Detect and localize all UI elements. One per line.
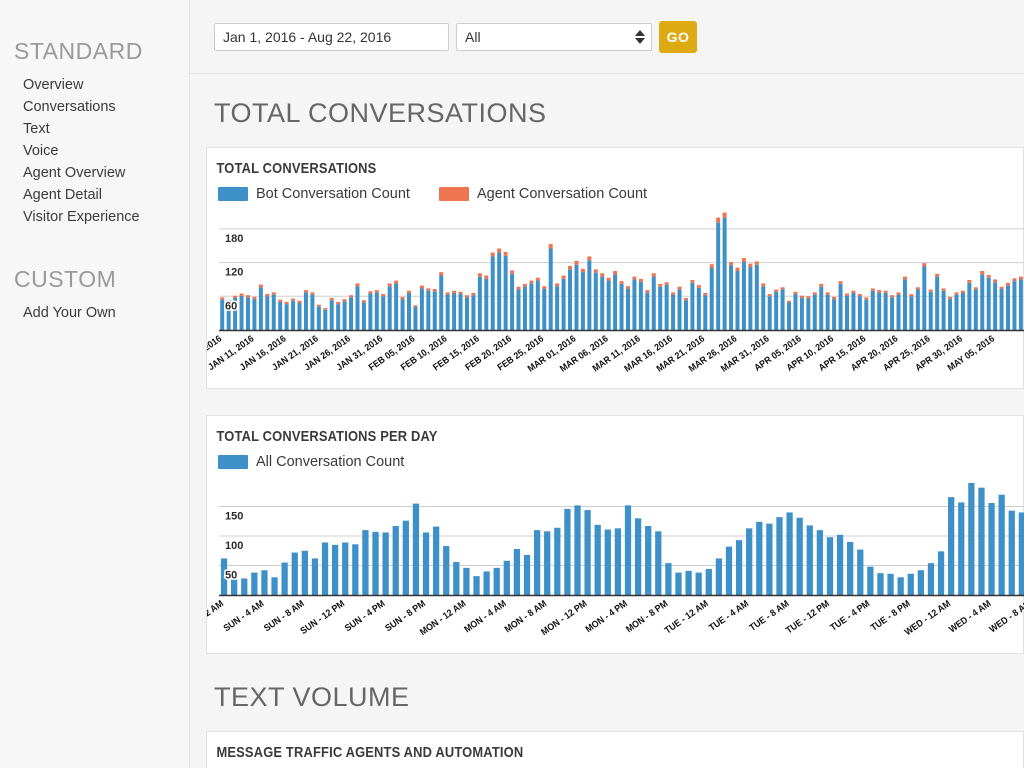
- card-title-total-conversations: TOTAL CONVERSATIONS: [216, 160, 377, 177]
- sidebar-heading-custom: CUSTOM: [14, 266, 117, 292]
- svg-text:TUE - 4 AM: TUE - 4 AM: [707, 598, 750, 633]
- chart-per-day-svg: 50100150SUN - 12 AMSUN - 4 AMSUN - 8 AMS…: [207, 482, 1024, 637]
- card-message-traffic: MESSAGE TRAFFIC AGENTS AND AUTOMATION: [206, 731, 1024, 768]
- sidebar-item-agent-overview[interactable]: Agent Overview: [0, 162, 189, 184]
- go-button[interactable]: GO: [659, 20, 697, 53]
- legend-item-all[interactable]: All Conversation Count: [218, 454, 404, 470]
- svg-text:SUN - 4 AM: SUN - 4 AM: [221, 598, 265, 633]
- section-title-text-volume: TEXT VOLUME: [214, 682, 410, 712]
- sidebar-item-visitor-experience[interactable]: Visitor Experience: [0, 206, 189, 228]
- svg-text:120: 120: [225, 267, 243, 279]
- sidebar-list-standard: Overview Conversations Text Voice Agent …: [0, 74, 189, 228]
- sidebar-item-add-your-own[interactable]: Add Your Own: [0, 302, 189, 324]
- card-total-conversations-per-day: TOTAL CONVERSATIONS PER DAY All Conversa…: [206, 415, 1024, 654]
- svg-text:SUN - 4 PM: SUN - 4 PM: [343, 598, 387, 633]
- svg-text:WED - 4 AM: WED - 4 AM: [947, 598, 993, 634]
- filter-toolbar: All GO: [190, 0, 1024, 74]
- sidebar-item-conversations[interactable]: Conversations: [0, 96, 189, 118]
- legend-total-conversations: Bot Conversation Count Agent Conversatio…: [207, 186, 1023, 208]
- svg-text:TUE - 4 PM: TUE - 4 PM: [828, 598, 871, 633]
- svg-text:60: 60: [225, 300, 237, 312]
- chart-total-conversations-svg: 60120180JAN 06, 2016JAN 11, 2016JAN 16, …: [207, 212, 1024, 374]
- svg-text:50: 50: [225, 570, 237, 582]
- chart-total-conversations-per-day[interactable]: 50100150SUN - 12 AMSUN - 4 AMSUN - 8 AMS…: [207, 476, 1024, 653]
- sidebar-item-voice[interactable]: Voice: [0, 140, 189, 162]
- card-total-conversations: TOTAL CONVERSATIONS Bot Conversation Cou…: [206, 147, 1024, 389]
- filter-select[interactable]: All: [456, 22, 652, 51]
- filter-select-value: All: [456, 22, 652, 51]
- svg-text:TUE - 12 AM: TUE - 12 AM: [663, 598, 710, 636]
- legend-item-agent[interactable]: Agent Conversation Count: [438, 186, 648, 202]
- svg-text:SUN - 12 AM: SUN - 12 AM: [207, 598, 225, 636]
- legend-swatch-bot: [218, 187, 248, 201]
- legend-label-all: All Conversation Count: [256, 454, 405, 470]
- legend-swatch-all: [218, 455, 248, 469]
- legend-per-day: All Conversation Count: [207, 454, 1023, 476]
- card-title-message-traffic: MESSAGE TRAFFIC AGENTS AND AUTOMATION: [216, 744, 524, 761]
- chevron-updown-icon: [635, 27, 645, 47]
- svg-text:MON - 12 PM: MON - 12 PM: [539, 598, 589, 637]
- legend-swatch-agent: [438, 187, 469, 201]
- svg-text:100: 100: [225, 540, 243, 552]
- legend-label-bot: Bot Conversation Count: [256, 186, 410, 202]
- svg-text:180: 180: [225, 233, 243, 245]
- sidebar-item-text[interactable]: Text: [0, 118, 189, 140]
- sidebar-item-agent-detail[interactable]: Agent Detail: [0, 184, 189, 206]
- svg-text:TUE - 12 PM: TUE - 12 PM: [784, 598, 831, 635]
- report-scroll-area[interactable]: TOTAL CONVERSATIONS TOTAL CONVERSATIONS …: [190, 74, 1024, 768]
- sidebar-item-overview[interactable]: Overview: [0, 74, 189, 96]
- legend-item-bot[interactable]: Bot Conversation Count: [218, 186, 410, 202]
- dashboard-root: STANDARD Overview Conversations Text Voi…: [0, 0, 1024, 768]
- svg-text:MON - 4 PM: MON - 4 PM: [584, 598, 630, 634]
- date-range-input[interactable]: [214, 22, 449, 51]
- svg-text:MON - 8 PM: MON - 8 PM: [624, 598, 670, 634]
- section-title-total-conversations: TOTAL CONVERSATIONS: [214, 98, 547, 128]
- svg-text:MON - 4 AM: MON - 4 AM: [462, 598, 508, 634]
- chart-total-conversations[interactable]: 60120180JAN 06, 2016JAN 11, 2016JAN 16, …: [207, 208, 1024, 388]
- sidebar-list-custom: Add Your Own: [0, 302, 189, 324]
- sidebar: STANDARD Overview Conversations Text Voi…: [0, 0, 190, 768]
- sidebar-heading-standard: STANDARD: [14, 38, 143, 64]
- svg-text:150: 150: [225, 511, 243, 523]
- card-title-total-conversations-per-day: TOTAL CONVERSATIONS PER DAY: [216, 428, 438, 445]
- legend-label-agent: Agent Conversation Count: [476, 186, 648, 202]
- main-content: All GO TOTAL CONVERSATIONS TOTAL CONVERS…: [190, 0, 1024, 768]
- svg-text:SUN - 12 PM: SUN - 12 PM: [298, 598, 346, 636]
- svg-text:WED - 8 AM: WED - 8 AM: [987, 598, 1024, 634]
